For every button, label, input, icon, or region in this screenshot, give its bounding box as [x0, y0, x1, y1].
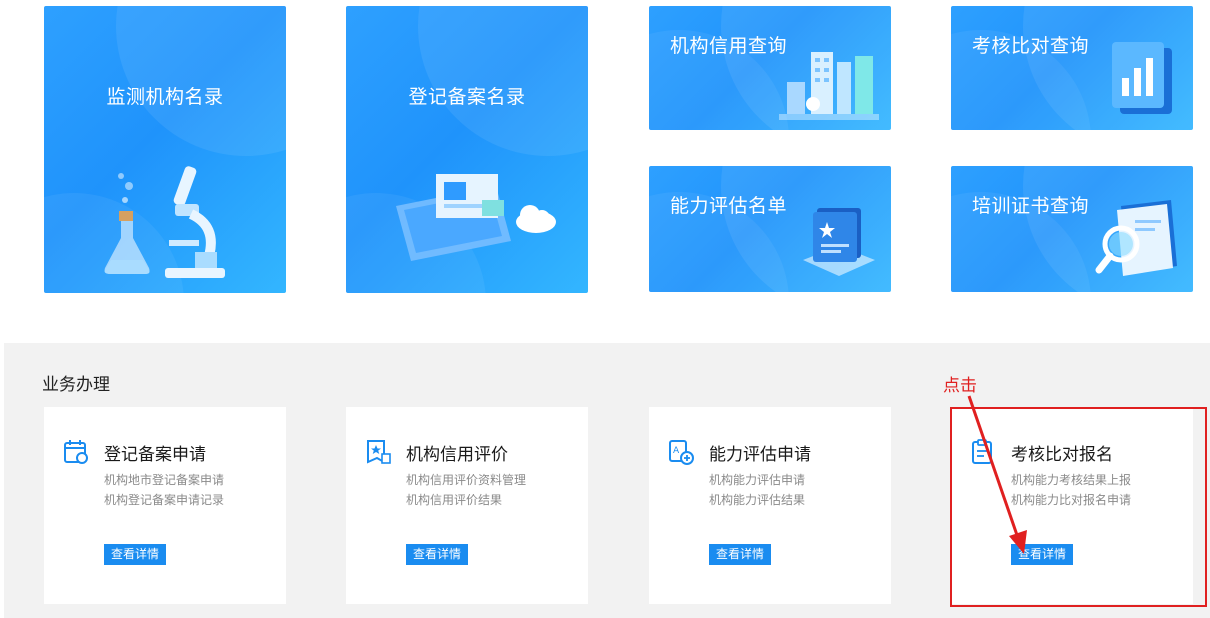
lab-microscope-icon	[104, 166, 225, 278]
card-title: 登记备案申请	[104, 445, 206, 465]
certificate-book-icon	[803, 208, 875, 276]
calendar-icon	[64, 440, 88, 464]
tile-title: 机构信用查询	[670, 35, 788, 57]
magnifier-document-icon	[1095, 200, 1177, 276]
tile-title: 培训证书查询	[972, 195, 1090, 217]
tile-title: 考核比对查询	[972, 35, 1090, 57]
tile-capability-list[interactable]: 能力评估名单	[649, 166, 891, 292]
view-details-button[interactable]: 查看详情	[406, 544, 469, 565]
card-capability-apply: A 能力评估申请 机构能力评估申请 机构能力评估结果 查看详情	[649, 407, 891, 604]
buildings-icon	[779, 52, 879, 120]
tile-monitoring-directory[interactable]: 监测机构名录	[44, 6, 286, 293]
tile-training-certificate-query[interactable]: 培训证书查询	[951, 166, 1193, 292]
view-details-button[interactable]: 查看详情	[104, 544, 167, 565]
card-desc-line: 机构能力评估结果	[709, 493, 806, 507]
highlight-box	[950, 407, 1207, 607]
star-document-icon	[367, 440, 391, 464]
card-registration-apply: 登记备案申请 机构地市登记备案申请 机构登记备案申请记录 查看详情	[44, 407, 286, 604]
card-desc-line: 机构信用评价结果	[406, 493, 503, 507]
svg-text:A: A	[673, 446, 680, 456]
click-annotation-label: 点击	[943, 376, 977, 396]
card-credit-evaluation: 机构信用评价 机构信用评价资料管理 机构信用评价结果 查看详情	[346, 407, 588, 604]
card-title: 能力评估申请	[709, 445, 811, 465]
view-details-button[interactable]: 查看详情	[709, 544, 772, 565]
card-desc-line: 机构能力评估申请	[709, 473, 806, 487]
laptop-cloud-icon	[396, 174, 556, 261]
card-desc-line: 机构信用评价资料管理	[406, 473, 527, 487]
card-title: 机构信用评价	[406, 445, 508, 465]
tile-assessment-query[interactable]: 考核比对查询	[951, 6, 1193, 130]
tile-title: 能力评估名单	[670, 195, 788, 217]
tile-title: 监测机构名录	[106, 86, 224, 108]
tile-credit-query[interactable]: 机构信用查询	[649, 6, 891, 130]
section-title: 业务办理	[42, 375, 110, 395]
bar-chart-icon	[1112, 42, 1172, 114]
card-desc-line: 机构登记备案申请记录	[104, 493, 225, 507]
tile-registration-directory[interactable]: 登记备案名录	[346, 6, 588, 293]
add-document-icon: A	[669, 440, 694, 465]
tile-title: 登记备案名录	[408, 86, 526, 108]
card-desc-line: 机构地市登记备案申请	[104, 473, 225, 487]
